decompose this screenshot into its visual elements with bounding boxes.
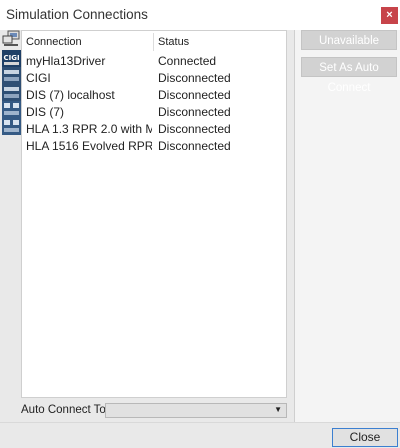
dis-icon [2, 67, 21, 84]
network-pc-icon [2, 30, 20, 46]
table-row[interactable]: DIS (7) localhost Disconnected [22, 87, 286, 104]
actions-panel: Unavailable Set As Auto Connect [294, 30, 400, 422]
table-row[interactable]: HLA 1.3 RPR 2.0 with M... Disconnected [22, 121, 286, 138]
svg-text:CIGI: CIGI [3, 54, 19, 62]
connection-status: Disconnected [158, 88, 231, 102]
connection-status: Disconnected [158, 122, 231, 136]
table-row[interactable]: HLA 1516 Evolved RPR ... Disconnected [22, 138, 286, 155]
column-header-connection[interactable]: Connection [26, 31, 154, 53]
unavailable-button[interactable]: Unavailable [301, 30, 397, 50]
connections-list[interactable]: Connection Status myHla13Driver Connecte… [21, 30, 287, 398]
dialog-footer: Close [0, 422, 400, 448]
auto-connect-select[interactable]: ▼ [105, 403, 287, 418]
hla-icon [2, 101, 21, 118]
column-header-status[interactable]: Status [158, 31, 284, 53]
hla-icon [2, 118, 21, 135]
auto-connect-label: Auto Connect To: [21, 404, 110, 416]
set-auto-connect-button[interactable]: Set As Auto Connect [301, 57, 397, 94]
connection-name: HLA 1516 Evolved RPR ... [26, 139, 152, 153]
cigi-icon: CIGI [2, 50, 21, 67]
close-button[interactable]: Close [332, 428, 398, 447]
connection-name: DIS (7) [26, 105, 65, 119]
window-title: Simulation Connections [6, 7, 148, 22]
table-row[interactable]: DIS (7) Disconnected [22, 104, 286, 121]
connection-name: myHla13Driver [26, 54, 106, 68]
connection-status: Disconnected [158, 105, 231, 119]
connection-name: DIS (7) localhost [26, 88, 115, 102]
connection-name: CIGI [26, 71, 51, 85]
dropdown-arrow-icon[interactable]: ▼ [274, 405, 282, 414]
table-row[interactable]: CIGI Disconnected [22, 70, 286, 87]
close-window-button[interactable]: × [381, 7, 398, 24]
connection-name: HLA 1.3 RPR 2.0 with M... [26, 122, 152, 136]
table-row[interactable]: myHla13Driver Connected [22, 53, 286, 70]
title-bar: Simulation Connections × [0, 0, 400, 30]
column-divider[interactable] [153, 33, 154, 51]
connection-status: Disconnected [158, 139, 231, 153]
connection-status: Connected [158, 54, 217, 68]
connection-status: Disconnected [158, 71, 231, 85]
dis-icon [2, 84, 21, 101]
